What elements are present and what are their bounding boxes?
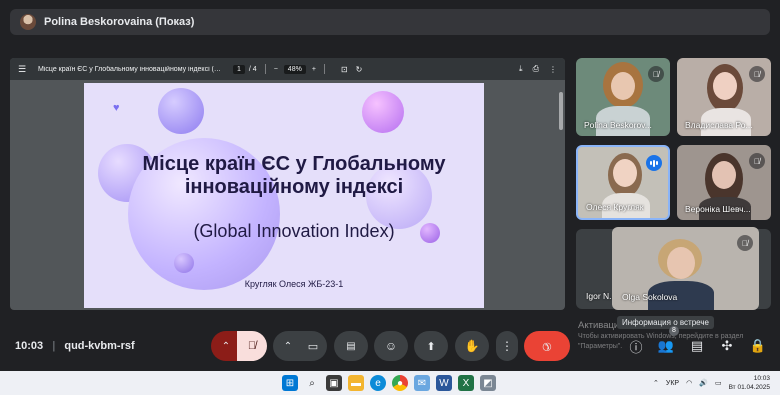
participant-tile[interactable]: 🎙̸ Владислава Ро...	[677, 58, 771, 136]
pdf-title: Місце країн ЄС у Глобальному інноваційно…	[38, 65, 221, 73]
slide-subtitle: (Global Innovation Index)	[193, 221, 395, 241]
more-options-button[interactable]: ⋮	[496, 331, 518, 361]
participant-name: Olga Sokolova	[622, 292, 678, 302]
participant-name: Владислава Ро...	[685, 120, 753, 130]
activities-icon[interactable]: ✣	[717, 336, 737, 356]
decor-bubble	[158, 88, 204, 134]
host-controls-icon[interactable]: 🔒	[748, 336, 768, 356]
participant-name: Polina Beskorov...	[584, 120, 652, 130]
end-call-icon: ✆	[539, 338, 555, 354]
participant-tile[interactable]: 🎙̸ Polina Beskorov...	[576, 58, 670, 136]
pdf-scrollbar[interactable]	[559, 84, 563, 306]
slide-logo-icon: ♥	[113, 102, 120, 114]
pdf-toolbar: ☰ Місце країн ЄС у Глобальному інновацій…	[10, 58, 565, 80]
meeting-code: qud-kvbm-rsf	[64, 340, 135, 352]
taskbar-time: 10:03	[753, 375, 770, 382]
meet-window: Polina Beskorovaina (Показ) ☰ Місце краї…	[0, 0, 780, 395]
windows-start-icon[interactable]: ⊞	[282, 375, 298, 391]
file-explorer-icon[interactable]: ▣	[326, 375, 342, 391]
page-total: / 4	[248, 65, 257, 73]
language-indicator[interactable]: УКР	[666, 380, 679, 387]
raise-hand-button[interactable]: ✋	[455, 331, 489, 361]
present-screen-icon: ⬆	[426, 340, 436, 353]
print-icon[interactable]: ⎙	[533, 64, 539, 74]
presenter-banner: Polina Beskorovaina (Показ)	[10, 9, 770, 35]
mic-off-icon: 🎙̸	[648, 66, 664, 82]
page-indicator: 1 / 4	[233, 64, 257, 74]
windows-taskbar: ⊞ ⌕ ▣ ▬ e ● ✉ W X ◩ ⌃ УКР ◠ 🔊 ▭ 10:03 Вт…	[0, 371, 780, 395]
volume-icon[interactable]: 🔊	[699, 379, 708, 387]
taskbar-apps: ⊞ ⌕ ▣ ▬ e ● ✉ W X ◩	[282, 371, 496, 395]
participant-tile[interactable]: 🎙̸ Вероніка Шевч...	[677, 145, 771, 220]
presenter-avatar	[20, 14, 36, 30]
mic-off-icon: 🎙̸	[749, 153, 765, 169]
wifi-icon[interactable]: ◠	[686, 379, 692, 387]
zoom-out-button[interactable]: −	[274, 66, 278, 73]
toolbar-divider	[264, 64, 266, 74]
shared-screen[interactable]: ☰ Місце країн ЄС у Глобальному інновацій…	[10, 58, 565, 310]
meeting-info-tooltip: Информация о встрече	[617, 316, 714, 329]
slide-page: ♥ Місце країн ЄС у Глобальному інновацій…	[84, 83, 484, 308]
more-vertical-icon: ⋮	[501, 339, 513, 353]
search-icon[interactable]: ⌕	[304, 375, 320, 391]
video-camera-icon: ▭	[307, 340, 319, 353]
participant-name: Вероніка Шевч...	[685, 204, 751, 214]
system-tray: ⌃ УКР ◠ 🔊 ▭ 10:03 Вт 01.04.2025	[653, 371, 770, 395]
presenter-name: Polina Beskorovaina (Показ)	[44, 16, 195, 28]
people-count-badge: 8	[669, 326, 679, 336]
decor-bubble	[174, 253, 194, 273]
slide-author: Кругляк Олеся ЖБ-23-1	[244, 279, 344, 289]
captions-button[interactable]: ▤	[334, 331, 368, 361]
meeting-info: 10:03 | qud-kvbm-rsf	[15, 340, 135, 352]
captions-icon: ▤	[346, 340, 356, 352]
chrome-icon[interactable]: ●	[392, 375, 408, 391]
zoom-controls: − 48% +	[274, 64, 316, 74]
rotate-icon[interactable]: ↻	[356, 65, 363, 74]
folder-icon[interactable]: ▬	[348, 375, 364, 391]
reactions-button[interactable]: ☺	[374, 331, 408, 361]
menu-icon[interactable]: ☰	[18, 64, 28, 75]
page-input[interactable]: 1	[233, 64, 245, 74]
taskbar-clock[interactable]: 10:03 Вт 01.04.2025	[729, 374, 770, 392]
toolbar-divider	[323, 64, 325, 74]
chevron-up-icon: ⌃	[283, 340, 293, 352]
app-icon[interactable]: ◩	[480, 375, 496, 391]
mail-icon[interactable]: ✉	[414, 375, 430, 391]
participant-tile-active[interactable]: Олеся Кругляк	[576, 145, 670, 220]
meeting-time: 10:03	[15, 340, 44, 352]
meeting-details-icon[interactable]: ⓘ	[626, 336, 646, 356]
pdf-toolbar-right: ⤓ ⎙ ⋮	[519, 58, 557, 80]
fit-page-icon[interactable]: ⊡	[341, 65, 348, 74]
leave-call-button[interactable]: ✆	[524, 331, 570, 361]
meeting-separator: |	[52, 340, 56, 352]
present-button[interactable]: ⬆	[414, 331, 448, 361]
taskbar-date: Вт 01.04.2025	[728, 384, 770, 391]
mic-off-icon: 🎙̸	[247, 340, 257, 352]
microphone-toggle-button[interactable]: 🎙̸	[237, 331, 267, 361]
word-icon[interactable]: W	[436, 375, 452, 391]
emoji-icon: ☺	[384, 339, 398, 353]
hand-icon: ✋	[464, 339, 480, 353]
tray-chevron-icon[interactable]: ⌃	[653, 379, 659, 387]
speaking-indicator-icon	[646, 155, 662, 171]
mic-off-icon: 🎙̸	[737, 235, 753, 251]
mic-off-icon: 🎙̸	[749, 66, 765, 82]
participant-name: Олеся Кругляк	[586, 202, 644, 212]
participant-tile[interactable]: 🎙̸ Olga Sokolova	[612, 227, 759, 310]
more-icon[interactable]: ⋮	[549, 65, 557, 74]
zoom-in-button[interactable]: +	[312, 66, 316, 73]
battery-icon[interactable]: ▭	[715, 379, 722, 387]
edge-icon[interactable]: e	[370, 375, 386, 391]
scrollbar-thumb[interactable]	[559, 92, 563, 130]
slide-title: Місце країн ЄС у Глобальному інноваційно…	[142, 153, 446, 198]
zoom-level[interactable]: 48%	[283, 64, 306, 74]
people-icon[interactable]: 👥	[656, 336, 676, 356]
decor-bubble	[362, 91, 404, 133]
camera-toggle-button[interactable]: ▭	[299, 331, 327, 361]
chat-icon[interactable]: ▤	[687, 336, 707, 356]
chevron-up-icon: ⌃	[221, 340, 231, 352]
download-icon[interactable]: ⤓	[519, 64, 523, 74]
excel-icon[interactable]: X	[458, 375, 474, 391]
